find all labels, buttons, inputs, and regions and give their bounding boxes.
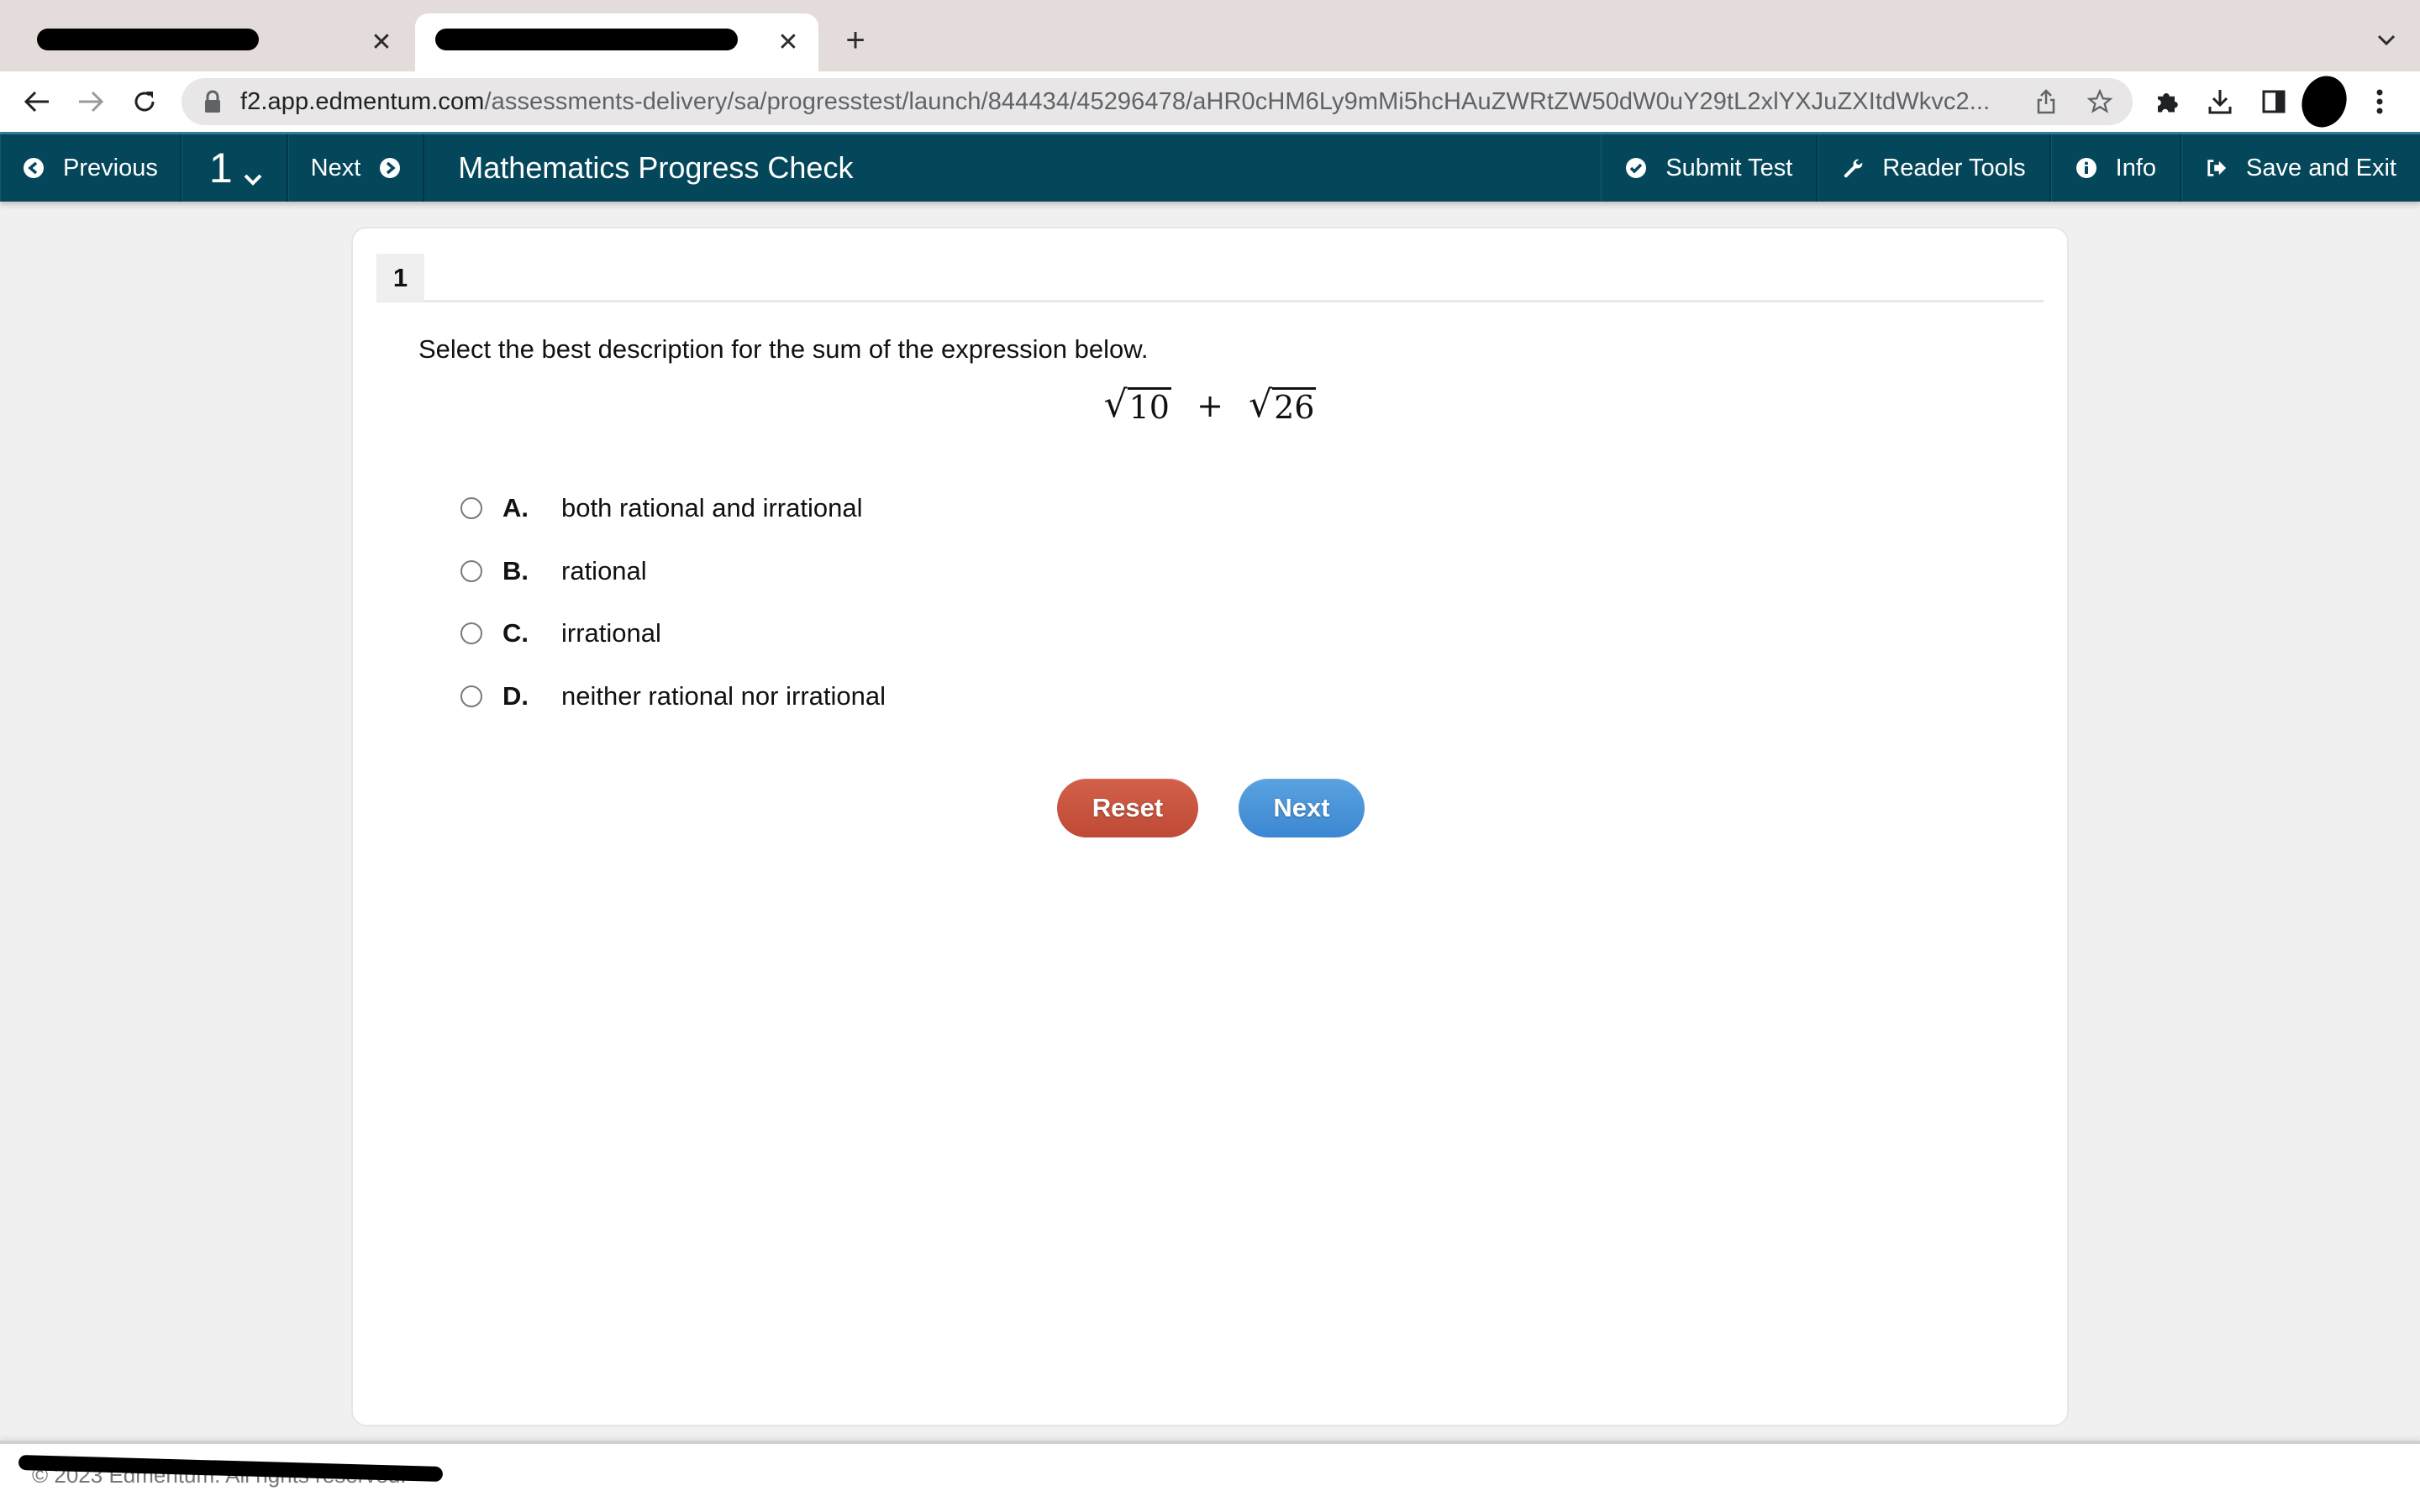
close-icon[interactable]: ✕ [366, 28, 397, 58]
question-actions: Reset Next [1057, 779, 1365, 837]
radical-symbol: √ [1249, 383, 1273, 426]
profile-avatar[interactable] [2294, 69, 2354, 134]
radicand-2: 26 [1272, 387, 1317, 426]
chevron-down-icon[interactable] [2371, 25, 2402, 55]
sqrt-term-2: √ 26 [1249, 383, 1317, 426]
close-icon[interactable]: ✕ [773, 28, 803, 58]
question-tab-bar: 1 [376, 254, 2044, 302]
answer-option-d[interactable]: D. neither rational nor irrational [460, 665, 886, 728]
question-number-tab[interactable]: 1 [376, 254, 424, 302]
reset-button[interactable]: Reset [1057, 779, 1198, 837]
question-card: 1 Select the best description for the su… [351, 227, 2069, 1426]
math-expression: √ 10 + √ 26 [353, 386, 2067, 424]
next-nav-label: Next [310, 154, 361, 181]
arrow-circle-left-icon [23, 157, 45, 179]
radical-symbol: √ [1103, 383, 1128, 426]
sqrt-term-1: √ 10 [1104, 386, 1171, 423]
url-host: f2.app.edmentum.com [240, 87, 485, 115]
star-icon[interactable] [2079, 81, 2121, 123]
forward-arrow-icon[interactable] [69, 80, 113, 123]
submit-test-button[interactable]: Submit Test [1601, 134, 1818, 202]
info-icon [2075, 157, 2097, 179]
plus-operator: + [1197, 387, 1223, 424]
option-text: both rational and irrational [561, 493, 863, 523]
tab-title [435, 29, 773, 56]
extensions-puzzle-icon[interactable] [2144, 80, 2188, 123]
next-nav-button[interactable]: Next [287, 134, 425, 202]
previous-button[interactable]: Previous [0, 134, 182, 202]
radio-button[interactable] [460, 559, 482, 582]
info-label: Info [2115, 154, 2157, 181]
next-button[interactable]: Next [1239, 779, 1365, 837]
avatar-redacted [2294, 69, 2354, 134]
radio-button[interactable] [460, 497, 482, 520]
browser-tab-active[interactable]: ✕ [415, 13, 818, 71]
radio-button[interactable] [460, 685, 482, 707]
url-path: /assessments-delivery/sa/progresstest/la… [484, 87, 1991, 115]
browser-tab-strip: ✕ ✕ + [0, 0, 2420, 71]
back-arrow-icon[interactable] [15, 80, 59, 123]
option-text: irrational [561, 618, 661, 648]
option-text: rational [561, 555, 647, 585]
option-letter: C. [502, 618, 529, 648]
reader-tools-button[interactable]: Reader Tools [1818, 134, 2051, 202]
option-letter: B. [502, 555, 529, 585]
sign-out-icon [2206, 157, 2228, 179]
more-vert-icon[interactable] [2363, 80, 2396, 123]
chevron-down-icon [243, 148, 263, 197]
previous-label: Previous [63, 154, 158, 181]
question-number-dropdown[interactable]: 1 [181, 134, 288, 202]
save-and-exit-button[interactable]: Save and Exit [2181, 134, 2420, 202]
redaction-scribble [435, 29, 738, 50]
download-icon[interactable] [2198, 80, 2242, 123]
answer-option-c[interactable]: C. irrational [460, 602, 886, 665]
submit-test-label: Submit Test [1665, 154, 1793, 181]
wrench-icon [1842, 157, 1864, 179]
info-button[interactable]: Info [2050, 134, 2182, 202]
answer-option-b[interactable]: B. rational [460, 540, 886, 603]
arrow-circle-right-icon [379, 157, 401, 179]
option-letter: D. [502, 680, 529, 711]
plus-icon[interactable]: + [837, 22, 874, 59]
option-text: neither rational nor irrational [561, 680, 886, 711]
question-number: 1 [208, 144, 233, 192]
answer-options: A. both rational and irrational B. ratio… [460, 477, 886, 727]
browser-tab-inactive[interactable]: ✕ [17, 13, 412, 71]
radicand-1: 10 [1127, 387, 1171, 426]
address-bar[interactable]: f2.app.edmentum.com/assessments-delivery… [182, 78, 2133, 125]
side-panel-icon[interactable] [2252, 80, 2296, 123]
check-circle-icon [1625, 157, 1647, 179]
save-and-exit-label: Save and Exit [2246, 154, 2396, 181]
browser-toolbar: f2.app.edmentum.com/assessments-delivery… [0, 69, 2420, 134]
lock-icon[interactable] [203, 90, 222, 113]
option-letter: A. [502, 493, 529, 523]
answer-option-a[interactable]: A. both rational and irrational [460, 477, 886, 540]
assessment-title: Mathematics Progress Check [458, 150, 854, 185]
url-text[interactable]: f2.app.edmentum.com/assessments-delivery… [240, 88, 2025, 116]
share-icon[interactable] [2025, 81, 2067, 123]
radio-button[interactable] [460, 622, 482, 645]
redaction-scribble [37, 29, 259, 50]
assessment-navbar: Previous 1 Next Mathematics Progress Che… [0, 132, 2420, 202]
tab-title-redacted [37, 29, 366, 56]
reader-tools-label: Reader Tools [1882, 154, 2026, 181]
reload-icon[interactable] [123, 80, 166, 123]
page-footer: © 2023 Edmentum. All rights reserved. [0, 1441, 2420, 1512]
question-prompt: Select the best description for the sum … [418, 334, 1149, 364]
